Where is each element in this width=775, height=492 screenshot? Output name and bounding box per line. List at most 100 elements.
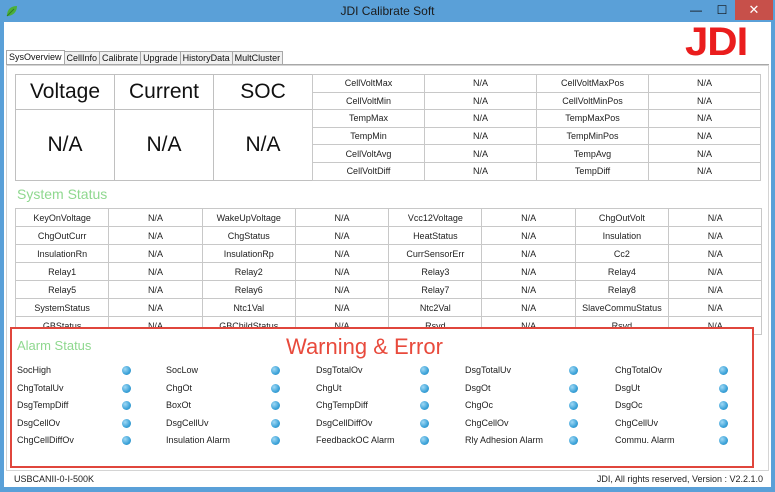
alarm-indicator-icon [271,401,280,410]
alarm-indicator-icon [420,401,429,410]
cell-stat-label: TempMinPos [536,126,649,146]
alarm-label: DsgTotalUv [465,365,512,375]
alarm-label: ChgCellDiffOv [17,435,74,445]
alarm-indicator-icon [122,436,131,445]
alarm-label: ChgCellUv [615,418,659,428]
cell-stat-label: CellVoltMinPos [536,91,649,111]
system-status-label: Insulation [574,226,670,245]
alarm-label: DsgCellOv [17,418,61,428]
alarm-indicator-icon [122,366,131,375]
alarm-indicator-icon [569,401,578,410]
alarm-indicator-icon [420,436,429,445]
alarm-indicator-icon [271,384,280,393]
system-status-label: Relay6 [201,280,296,299]
maximize-button[interactable]: ☐ [709,0,735,20]
system-status-value: N/A [668,208,763,227]
system-status-value: N/A [294,208,390,227]
cell-stat-label: CellVoltMax [312,74,425,93]
voltage-value: N/A [15,109,115,181]
kpi-table: Voltage Current SOC N/A N/A N/A [15,74,313,181]
alarm-label: ChgTotalOv [615,365,663,375]
system-status-value: N/A [668,298,763,317]
system-status-label: Relay4 [574,262,670,281]
system-status-label: InsulationRn [14,244,110,263]
tab-sysoverview[interactable]: SysOverview [6,50,65,65]
window-frame-right [771,22,775,492]
system-status-value: N/A [108,280,203,299]
cell-stat-label: TempAvg [536,144,649,163]
system-status-label: Relay5 [14,280,110,299]
cell-stat-label: CellVoltDiff [312,161,425,181]
cell-stats-row: CellVoltMax N/A CellVoltMaxPos N/A [312,74,761,93]
system-status-value: N/A [668,280,763,299]
cell-stats-row: TempMax N/A TempMaxPos N/A [312,109,761,128]
window-frame-left [0,22,4,492]
system-status-label: SystemStatus [14,298,110,317]
tab-calibrate[interactable]: Calibrate [99,51,142,65]
system-status-row: Relay1 N/A Relay2 N/A Relay3 N/A Relay4 N/A [14,262,763,281]
cell-stat-label: CellVoltMin [312,91,425,111]
system-status-table: KeyOnVoltage N/A WakeUpVoltage N/A Vcc12Volt… [14,208,763,335]
alarm-indicator-icon [271,436,280,445]
close-button[interactable]: ✕ [735,0,773,20]
alarm-label: DsgOt [465,383,491,393]
tab-upgrade[interactable]: Upgrade [140,51,181,65]
cell-stat-label: TempDiff [536,161,649,181]
cell-stats-row: CellVoltMin N/A CellVoltMinPos N/A [312,91,761,111]
tab-historydata[interactable]: HistoryData [179,51,233,65]
system-status-label: ChgOutCurr [14,226,110,245]
system-status-label: Ntc2Val [388,298,483,317]
system-status-value: N/A [294,262,390,281]
minimize-button[interactable]: — [683,0,709,20]
system-status-label: Relay8 [574,280,670,299]
system-status-label: InsulationRp [201,244,296,263]
alarm-label: DsgOc [615,400,643,410]
system-status-label: SlaveCommuStatus [574,298,670,317]
alarm-status-title: Alarm Status [17,338,92,353]
cell-stat-label: TempMin [312,126,425,146]
alarm-indicator-icon [719,419,728,428]
alarm-indicator-icon [569,436,578,445]
system-status-label: Relay2 [201,262,296,281]
window-title: JDI Calibrate Soft [340,4,435,18]
cell-stat-value: N/A [424,109,537,128]
cell-stats-row: TempMin N/A TempMinPos N/A [312,126,761,146]
alarm-indicator-icon [719,366,728,375]
voltage-header: Voltage [15,74,115,110]
jdi-logo: JDI [685,20,748,64]
system-status-label: Relay7 [388,280,483,299]
status-bar: USBCANII-0-I-500K JDI, All rights reserv… [6,471,769,487]
cell-stat-label: TempMax [312,109,425,128]
system-status-title: System Status [17,186,108,202]
alarm-indicator-icon [719,401,728,410]
alarm-indicator-icon [719,384,728,393]
system-status-value: N/A [294,280,390,299]
alarm-indicator-icon [420,419,429,428]
cell-stat-value: N/A [648,161,761,181]
system-status-value: N/A [481,226,576,245]
alarm-label: ChgOc [465,400,494,410]
alarm-indicator-icon [122,384,131,393]
system-status-label: WakeUpVoltage [201,208,296,227]
alarm-indicator-icon [569,419,578,428]
soc-value: N/A [213,109,313,181]
tab-cellinfo[interactable]: CellInfo [63,51,101,65]
cell-stat-value: N/A [648,144,761,163]
system-status-row: Relay5 N/A Relay6 N/A Relay7 N/A Relay8 N/A [14,280,763,299]
tab-multcluster[interactable]: MultCluster [231,51,284,65]
alarm-label: BoxOt [166,400,192,410]
alarm-label: Rly Adhesion Alarm [465,435,544,445]
system-status-label: CurrSensorErr [388,244,483,263]
alarm-indicator-icon [122,401,131,410]
system-status-row: ChgOutCurr N/A ChgStatus N/A HeatStatus N/A In… [14,226,763,245]
soc-header: SOC [213,74,313,110]
system-status-label: HeatStatus [388,226,483,245]
system-status-label: ChgStatus [201,226,296,245]
system-status-value: N/A [481,262,576,281]
system-status-label: Vcc12Voltage [388,208,483,227]
alarm-label: DsgCellDiffOv [316,418,373,428]
system-status-value: N/A [668,244,763,263]
alarm-indicator-icon [271,366,280,375]
cell-stat-label: CellVoltMaxPos [536,74,649,93]
alarm-label: Commu. Alarm [615,435,675,445]
